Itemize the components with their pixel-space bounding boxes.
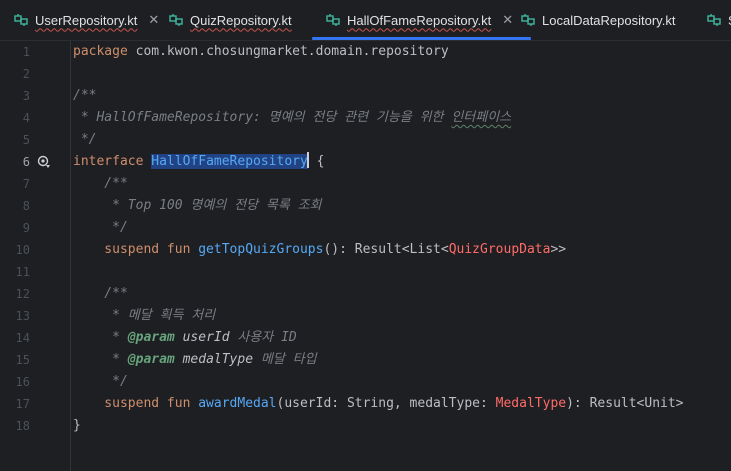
package-name: com.kwon.chosungmarket.domain.repository bbox=[127, 44, 449, 59]
code-line-18: } bbox=[73, 418, 81, 433]
editor-tab-bar: UserRepository.kt ✕ QuizRepository.kt Ha… bbox=[0, 0, 731, 41]
line-number: 3 bbox=[22, 89, 30, 103]
kdoc-description: 메달 타입 bbox=[253, 352, 317, 367]
tab-partial[interactable]: S bbox=[707, 0, 731, 40]
comment-typo-word: 인터페이스 bbox=[451, 110, 512, 125]
code-line-17: suspend fun awardMedal(userId: String, m… bbox=[73, 393, 684, 415]
keyword: package bbox=[73, 44, 128, 59]
tab-quiz-repository[interactable]: QuizRepository.kt bbox=[169, 0, 292, 40]
keyword: fun bbox=[159, 396, 191, 411]
line-number-gutter: 1 2 3 4 5 6 7 8 9 10 11 12 13 14 15 16 1… bbox=[0, 41, 70, 471]
tab-user-repository[interactable]: UserRepository.kt ✕ bbox=[14, 0, 159, 40]
keyword: suspend bbox=[73, 396, 160, 411]
function-name: getTopQuizGroups bbox=[190, 242, 324, 257]
line-number: 17 bbox=[15, 397, 30, 411]
code-line-5: */ bbox=[73, 132, 97, 147]
unresolved-type: MedalType bbox=[495, 396, 567, 411]
code-line-16: */ bbox=[73, 374, 128, 389]
signature-text: (): Result<List< bbox=[323, 242, 449, 257]
kotlin-interface-file-icon bbox=[169, 14, 183, 26]
signature-text: >> bbox=[550, 242, 567, 257]
line-number: 15 bbox=[15, 353, 30, 367]
line-number: 2 bbox=[22, 67, 30, 81]
kdoc-tag: @param bbox=[127, 352, 175, 367]
code-line-7: /** bbox=[73, 176, 128, 191]
code-line-1: package com.kwon.chosungmarket.domain.re… bbox=[73, 41, 449, 63]
selected-interface-name[interactable]: HallOfFameRepository bbox=[151, 154, 308, 169]
code-line-9: */ bbox=[73, 220, 128, 235]
keyword: fun bbox=[159, 242, 191, 257]
tab-label: HallOfFameRepository.kt bbox=[347, 12, 492, 28]
line-number: 10 bbox=[15, 243, 30, 257]
kotlin-interface-file-icon bbox=[14, 14, 28, 26]
close-icon[interactable]: ✕ bbox=[502, 12, 513, 28]
tab-label: UserRepository.kt bbox=[35, 12, 138, 28]
tab-label: LocalDataRepository.kt bbox=[542, 12, 676, 28]
line-number: 14 bbox=[15, 331, 30, 345]
comment-star: * bbox=[73, 330, 128, 345]
kdoc-param-name: medalType bbox=[174, 352, 254, 367]
function-name: awardMedal bbox=[190, 396, 277, 411]
line-number: 12 bbox=[15, 287, 30, 301]
line-number: 4 bbox=[22, 111, 30, 125]
line-number: 1 bbox=[22, 45, 30, 59]
line-number: 8 bbox=[22, 199, 30, 213]
code-line-12: /** bbox=[73, 286, 128, 301]
tab-local-data-repository[interactable]: LocalDataRepository.kt bbox=[521, 0, 675, 40]
kotlin-interface-file-icon bbox=[707, 14, 721, 26]
comment-star: * bbox=[73, 352, 128, 367]
code-line-8: * Top 100 명예의 전당 목록 조회 bbox=[73, 198, 322, 213]
gutter-separator bbox=[70, 41, 71, 471]
keyword: interface bbox=[73, 154, 144, 169]
comment-star: * bbox=[73, 110, 97, 125]
signature-text: ): Result<Unit> bbox=[566, 396, 684, 411]
code-line-15: * @param medalType 메달 타입 bbox=[73, 349, 317, 371]
kdoc-description: 사용자 ID bbox=[229, 330, 297, 345]
brace: { bbox=[308, 154, 325, 169]
line-number: 9 bbox=[22, 221, 30, 235]
code-line-4: * HallOfFameRepository: 명예의 전당 관련 기능을 위한… bbox=[73, 107, 511, 129]
implementations-gutter-icon[interactable] bbox=[37, 155, 51, 169]
tab-hall-of-fame-repository[interactable]: HallOfFameRepository.kt ✕ bbox=[311, 0, 532, 40]
code-line-10: suspend fun getTopQuizGroups(): Result<L… bbox=[73, 239, 566, 261]
kotlin-interface-file-icon bbox=[521, 14, 535, 26]
keyword: suspend bbox=[73, 242, 160, 257]
comment-text: HallOfFameRepository: 명예의 전당 관련 기능을 위한 bbox=[96, 110, 452, 125]
close-icon[interactable]: ✕ bbox=[148, 12, 159, 28]
line-number: 18 bbox=[15, 419, 30, 433]
signature-text: (userId: String, medalType: bbox=[276, 396, 496, 411]
code-line-6: interface HallOfFameRepository { bbox=[73, 151, 324, 173]
code-line-13: * 메달 획득 처리 bbox=[73, 308, 216, 323]
line-number: 5 bbox=[22, 133, 30, 147]
line-number-current: 6 bbox=[22, 155, 30, 169]
kotlin-interface-file-icon bbox=[326, 14, 340, 26]
code-line-3: /** bbox=[73, 88, 97, 103]
kdoc-param-name: userId bbox=[174, 330, 230, 345]
line-number: 13 bbox=[15, 309, 30, 323]
line-number: 16 bbox=[15, 375, 30, 389]
code-editor[interactable]: package com.kwon.chosungmarket.domain.re… bbox=[73, 41, 731, 471]
unresolved-type: QuizGroupData bbox=[448, 242, 551, 257]
line-number: 11 bbox=[15, 265, 30, 279]
kdoc-tag: @param bbox=[127, 330, 175, 345]
code-line-14: * @param userId 사용자 ID bbox=[73, 327, 297, 349]
line-number: 7 bbox=[22, 177, 30, 191]
tab-label: QuizRepository.kt bbox=[190, 12, 292, 28]
